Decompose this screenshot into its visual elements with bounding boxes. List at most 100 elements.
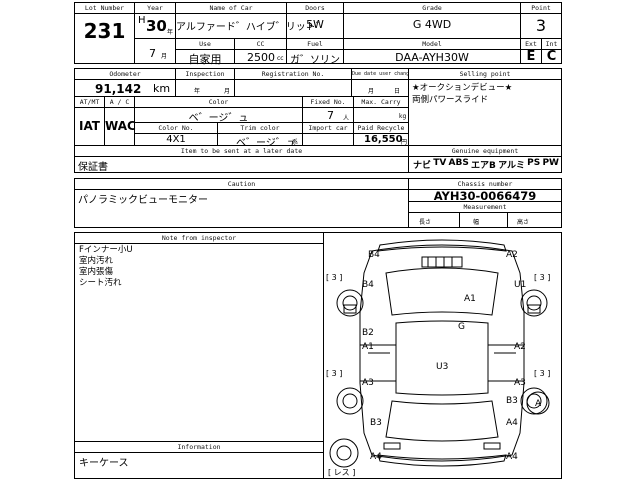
ac-label: A / C bbox=[105, 97, 134, 108]
doors-label: Doors bbox=[287, 3, 343, 14]
genuine-item: ABS bbox=[448, 158, 469, 168]
max-carry-unit: kg bbox=[399, 113, 407, 120]
chassis-number-cell: Chassis number AYH30-0066479 bbox=[408, 178, 562, 203]
inspection-year-suffix: 年 bbox=[194, 88, 201, 95]
measurement-cell: Measurement 長さ 幅 高さ bbox=[408, 201, 562, 228]
fixed-no-cell: Fixed No. 7 人 bbox=[302, 96, 354, 123]
genuine-item: ナビ bbox=[413, 161, 432, 171]
measurement-length: 長さ bbox=[419, 219, 432, 226]
due-date-day-suffix: 日 bbox=[394, 88, 401, 95]
due-date-month-suffix: 月 bbox=[368, 88, 375, 95]
car-diagram: B4 A2 B4 U1 A1 G B2 A1 A2 U3 A3 A3 B3 A … bbox=[326, 239, 550, 477]
measurement-width: 幅 bbox=[473, 219, 480, 226]
color-no-cell: Color No. 4X1 bbox=[134, 122, 218, 146]
inspection-month-suffix: 月 bbox=[224, 88, 231, 95]
month-value: 7 bbox=[149, 47, 156, 60]
tire-count-rear-left: [ 3 ] bbox=[326, 369, 342, 378]
odometer-label: Odometer bbox=[75, 69, 175, 80]
color-no-value: 4X1 bbox=[166, 134, 186, 145]
due-date-cell: Due date user change 月 日 bbox=[351, 68, 409, 97]
month-suffix: 月 bbox=[161, 53, 168, 60]
name-of-car-value: アルファード゛ハイブ゛リット゛ bbox=[176, 22, 326, 33]
lot-number-cell: Lot Number 231 bbox=[74, 2, 135, 64]
grade-label: Grade bbox=[344, 3, 520, 14]
genuine-equipment-list: ナビ TV ABS エアB アルミ PS PW bbox=[413, 158, 559, 171]
fixed-no-unit: 人 bbox=[343, 115, 350, 122]
mark-b2-door-left: B2 bbox=[362, 328, 374, 338]
mark-b3-quarter-right: B3 bbox=[506, 396, 518, 406]
measurement-height: 高さ bbox=[517, 219, 530, 226]
mark-a1-hood: A1 bbox=[464, 294, 476, 304]
use-cell: Use 自家用 bbox=[175, 38, 235, 66]
caution-cell: Caution パノラミックビューモニター bbox=[74, 178, 409, 228]
measurement-label: Measurement bbox=[409, 202, 561, 213]
mark-a3-slide-right: A3 bbox=[514, 378, 526, 388]
paid-recycle-cell: Paid Recycle 16,550 円 bbox=[353, 122, 409, 146]
point-value: 3 bbox=[535, 16, 547, 35]
ext-cell: Ext E bbox=[520, 38, 542, 64]
fuel-label: Fuel bbox=[287, 39, 343, 50]
int-value: C bbox=[546, 49, 557, 64]
mark-b3-quarter-left: B3 bbox=[370, 418, 382, 428]
fuel-cell: Fuel ガ゛ソリン bbox=[286, 38, 344, 66]
at-mt-label: AT/MT bbox=[75, 97, 104, 108]
mark-b4-fender-left: B4 bbox=[362, 280, 374, 290]
genuine-item: PS bbox=[527, 158, 541, 168]
mark-u3-roof: U3 bbox=[436, 362, 448, 372]
year-label: Year bbox=[135, 3, 175, 14]
caution-value: パノラミックビューモニター bbox=[78, 195, 208, 206]
model-value: DAA-AYH30W bbox=[395, 51, 469, 64]
information-label: Information bbox=[75, 442, 323, 453]
selling-point-cell: Selling point ★オークションデビュー★ 両側パワースライド bbox=[408, 68, 562, 146]
mark-a4-bumper-left: A4 bbox=[370, 452, 382, 462]
genuine-item: TV bbox=[433, 158, 447, 168]
import-car-cell: Import car bbox=[302, 122, 354, 146]
import-car-label: Import car bbox=[303, 123, 353, 134]
max-carry-cell: Max. Carry kg bbox=[353, 96, 409, 123]
mark-b4-front-left: B4 bbox=[368, 250, 380, 260]
items-later-label: Item to be sent at a later date bbox=[75, 146, 408, 157]
selling-point-line-2: 両側パワースライド bbox=[412, 95, 489, 105]
note-from-inspector-label: Note from inspector bbox=[75, 233, 323, 244]
int-cell: Int C bbox=[541, 38, 562, 64]
cc-unit: cc bbox=[277, 55, 284, 62]
items-later-cell: Item to be sent at a later date 保証書 bbox=[74, 145, 409, 173]
name-of-car-label: Name of Car bbox=[176, 3, 286, 14]
lot-number-value: 231 bbox=[83, 19, 126, 43]
due-date-label: Due date user change bbox=[352, 69, 408, 80]
point-cell: Point 3 bbox=[520, 2, 562, 39]
registration-no-cell: Registration No. bbox=[234, 68, 352, 97]
cc-label: CC bbox=[235, 39, 286, 50]
model-cell: Model DAA-AYH30W bbox=[343, 38, 521, 64]
doors-cell: Doors 5W bbox=[286, 2, 344, 39]
odometer-cell: Odometer 91,142 km bbox=[74, 68, 176, 97]
ac-value: WAC bbox=[105, 119, 136, 133]
color-cell: Color ベ゛ージ゛ュ bbox=[134, 96, 303, 124]
mark-a2-door-right: A2 bbox=[514, 342, 526, 352]
spare-tire-label: [ レス ] bbox=[328, 468, 355, 477]
genuine-item: エアB bbox=[471, 161, 496, 171]
tire-count-front-left: [ 3 ] bbox=[326, 273, 342, 282]
trim-color-cell: Trim color ベ゛ージ゛ュ 系 bbox=[217, 122, 303, 149]
mark-a4-rear-right: A4 bbox=[506, 418, 518, 428]
name-of-car-cell: Name of Car アルファード゛ハイブ゛リット゛ bbox=[175, 2, 326, 39]
paid-recycle-value: 16,550 bbox=[364, 134, 403, 145]
month-cell: 7 月 bbox=[134, 38, 176, 64]
inspection-label: Inspection bbox=[176, 69, 234, 80]
mark-a4-bumper-right: A4 bbox=[506, 452, 518, 462]
tire-count-front-right: [ 3 ] bbox=[534, 273, 550, 282]
note-lines: Fインナー小U 室内汚れ 室内張傷 シート汚れ bbox=[79, 245, 133, 289]
genuine-equipment-label: Genuine equipment bbox=[409, 146, 561, 157]
fixed-no-value: 7 bbox=[327, 109, 334, 122]
note-from-inspector-cell: Note from inspector Fインナー小U 室内汚れ 室内張傷 シー… bbox=[74, 232, 324, 442]
use-value: 自家用 bbox=[188, 53, 222, 66]
genuine-equipment-cell: Genuine equipment ナビ TV ABS エアB アルミ PS P… bbox=[408, 145, 562, 173]
odometer-unit: km bbox=[153, 82, 171, 95]
year-cell: Year H 30 年 bbox=[134, 2, 176, 39]
use-label: Use bbox=[176, 39, 234, 50]
tire-count-rear-right: [ 3 ] bbox=[534, 369, 550, 378]
information-cell: Information キーケース bbox=[74, 441, 324, 479]
car-diagram-cell: B4 A2 B4 U1 A1 G B2 A1 A2 U3 A3 A3 B3 A … bbox=[323, 232, 562, 479]
mark-a-wheel-right: A bbox=[535, 399, 542, 409]
caution-label: Caution bbox=[75, 179, 408, 190]
